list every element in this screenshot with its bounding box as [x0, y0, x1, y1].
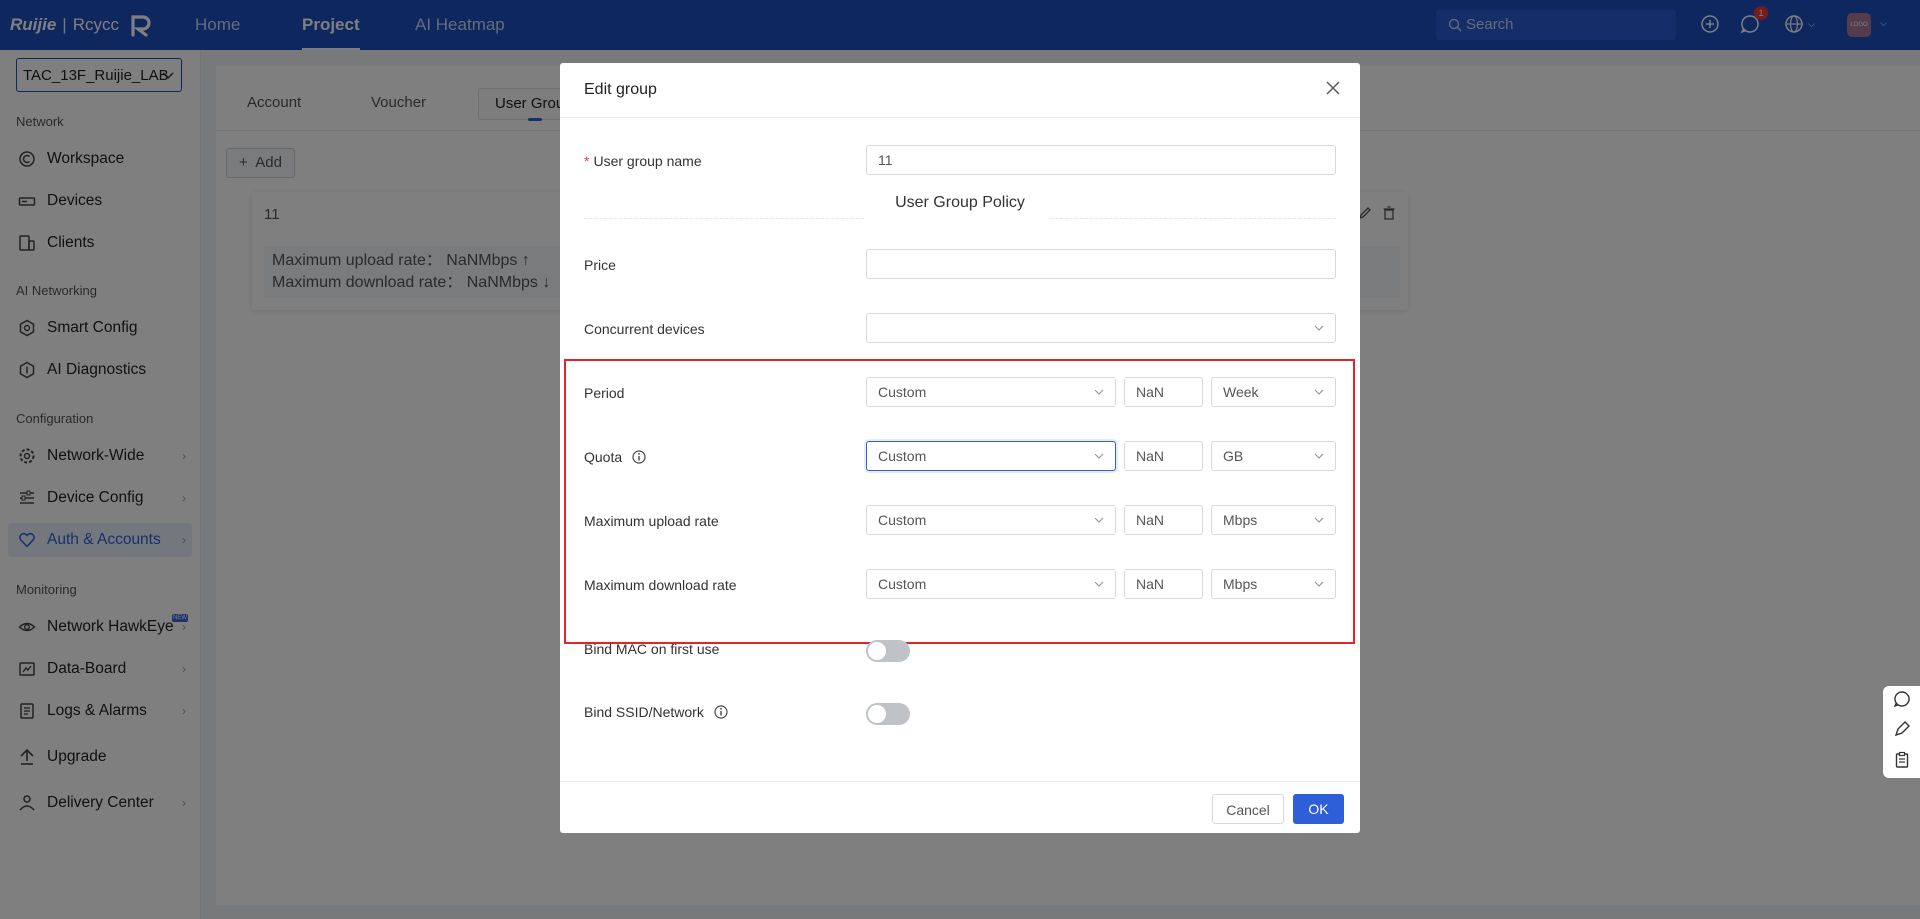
toggle-knob: [868, 705, 886, 723]
price-label: Price: [584, 257, 616, 273]
download-rate-label: Maximum download rate: [584, 577, 737, 593]
period-unit-select[interactable]: Week: [1211, 377, 1336, 407]
cancel-button[interactable]: Cancel: [1212, 794, 1284, 824]
quota-mode-select[interactable]: Custom: [866, 441, 1116, 471]
download-unit-select[interactable]: Mbps: [1211, 569, 1336, 599]
concurrent-devices-label: Concurrent devices: [584, 321, 705, 337]
bind-ssid-label-text: Bind SSID/Network: [584, 704, 704, 720]
upload-mode-select[interactable]: Custom: [866, 505, 1116, 535]
upload-unit-value: Mbps: [1223, 512, 1258, 528]
download-mode-select[interactable]: Custom: [866, 569, 1116, 599]
user-group-name-label: * User group name: [584, 153, 702, 169]
policy-section-title: User Group Policy: [895, 194, 1025, 211]
chevron-down-icon: [1313, 378, 1325, 415]
upload-mode-value: Custom: [878, 512, 927, 528]
quota-unit-value: GB: [1223, 448, 1244, 464]
floating-toolbar: [1883, 686, 1920, 778]
chevron-down-icon: [1313, 570, 1325, 607]
period-mode-select[interactable]: Custom: [866, 377, 1116, 407]
upload-unit-select[interactable]: Mbps: [1211, 505, 1336, 535]
quota-label: Quota: [584, 449, 646, 465]
divider-line: [1050, 218, 1336, 220]
dialog-footer-divider: [560, 781, 1360, 782]
download-unit-value: Mbps: [1223, 576, 1258, 592]
ok-button[interactable]: OK: [1293, 794, 1344, 824]
dialog-header-divider: [560, 117, 1360, 118]
quota-mode-value: Custom: [878, 448, 927, 464]
feedback-icon[interactable]: [1893, 720, 1911, 743]
close-icon[interactable]: [1326, 81, 1340, 100]
edit-group-dialog: Edit group * User group name 11 User Gro…: [560, 63, 1360, 833]
dialog-title: Edit group: [584, 81, 657, 98]
chevron-down-icon: [1093, 378, 1105, 415]
chevron-down-icon: [1093, 570, 1105, 607]
bind-mac-toggle[interactable]: [866, 640, 910, 662]
period-value-input[interactable]: NaN: [1124, 377, 1203, 407]
bind-ssid-label: Bind SSID/Network: [584, 704, 728, 720]
quota-unit-select[interactable]: GB: [1211, 441, 1336, 471]
bind-mac-label: Bind MAC on first use: [584, 641, 720, 657]
chevron-down-icon: [1313, 442, 1325, 479]
upload-value-input[interactable]: NaN: [1124, 505, 1203, 535]
period-label: Period: [584, 385, 625, 401]
info-icon[interactable]: [714, 705, 728, 719]
chevron-down-icon: [1313, 314, 1325, 351]
quota-value-input[interactable]: NaN: [1124, 441, 1203, 471]
concurrent-devices-select[interactable]: [866, 313, 1336, 343]
chevron-down-icon: [1093, 506, 1105, 543]
period-mode-value: Custom: [878, 384, 927, 400]
user-group-name-input[interactable]: 11: [866, 145, 1336, 175]
chevron-down-icon: [1093, 442, 1105, 479]
download-mode-value: Custom: [878, 576, 927, 592]
toggle-knob: [868, 642, 886, 660]
divider-line: [584, 218, 864, 220]
chevron-down-icon: [1313, 506, 1325, 543]
price-input[interactable]: [866, 249, 1336, 279]
chat-icon[interactable]: [1893, 690, 1911, 713]
info-icon[interactable]: [632, 450, 646, 464]
bind-ssid-toggle[interactable]: [866, 703, 910, 725]
download-value-input[interactable]: NaN: [1124, 569, 1203, 599]
quota-label-text: Quota: [584, 449, 623, 465]
period-unit-value: Week: [1223, 384, 1259, 400]
required-marker: *: [584, 153, 590, 169]
user-group-name-label-text: User group name: [593, 153, 702, 169]
clipboard-icon[interactable]: [1893, 751, 1911, 774]
upload-rate-label: Maximum upload rate: [584, 513, 719, 529]
